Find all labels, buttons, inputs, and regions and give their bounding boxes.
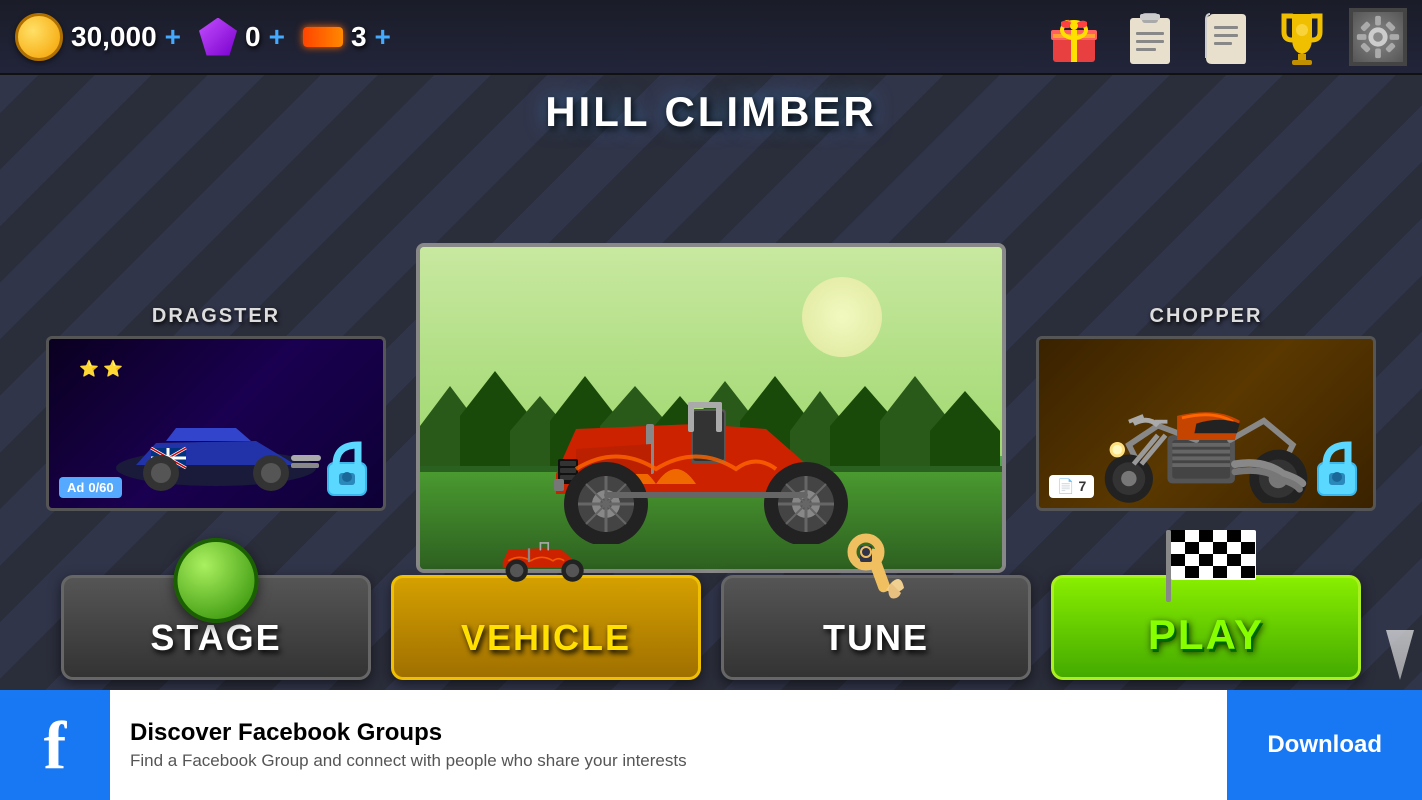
chopper-panel[interactable]: CHOPPER [1036, 305, 1376, 511]
vehicle-mini-icon [486, 523, 606, 598]
chopper-badge-num: 7 [1078, 478, 1086, 494]
gem-icon [199, 18, 237, 56]
hill-climber-car [496, 374, 926, 544]
boost-icon [303, 27, 343, 47]
boost-value: 3 [351, 21, 367, 53]
scroll-icon [1200, 8, 1252, 66]
wrench-icon [836, 528, 916, 625]
trophy-button[interactable] [1273, 8, 1331, 66]
chopper-image[interactable]: 📄 7 [1036, 336, 1376, 511]
add-gems-button[interactable]: + [269, 21, 285, 53]
coin-value: 30,000 [71, 21, 157, 53]
stage-globe [174, 538, 259, 623]
flag-svg [1161, 528, 1261, 603]
chopper-lock-icon [1310, 435, 1365, 500]
add-coins-button[interactable]: + [165, 21, 181, 53]
facebook-logo: f [0, 690, 110, 800]
vehicle-title: HILL CLIMBER [545, 88, 877, 135]
dragster-lock-icon [320, 435, 375, 500]
ad-label: Ad [67, 480, 84, 495]
top-right-icons [1045, 8, 1407, 66]
gem-value: 0 [245, 21, 261, 53]
dragster-image[interactable]: ⭐ ⭐ [46, 336, 386, 511]
tune-button[interactable]: TUNE [721, 575, 1031, 680]
mini-car-svg [486, 523, 606, 593]
play-label: PLAY [1148, 611, 1264, 659]
ad-badge: Ad 0/60 [59, 477, 122, 498]
dragster-panel[interactable]: DRAGSTER ⭐ ⭐ [46, 305, 386, 511]
bottom-buttons: STAGE VEHICLE [0, 570, 1422, 690]
facebook-f-letter: f [44, 706, 67, 785]
gear-icon [1353, 11, 1403, 63]
chopper-label: CHOPPER [1150, 305, 1263, 328]
chopper-doc-badge: 📄 7 [1049, 475, 1094, 498]
chopper-svg [1071, 387, 1341, 503]
ad-banner: f Discover Facebook Groups Find a Facebo… [0, 690, 1422, 800]
gem-group: 0 + [199, 18, 285, 56]
gift-button[interactable] [1045, 8, 1103, 66]
clipboard-button[interactable] [1121, 8, 1179, 66]
ad-text-area: Discover Facebook Groups Find a Facebook… [110, 719, 1227, 771]
wrench-svg [836, 528, 916, 608]
coin-group: 30,000 + [15, 13, 181, 61]
stage-button[interactable]: STAGE [61, 575, 371, 680]
dragster-car-svg [96, 413, 336, 493]
add-boosts-button[interactable]: + [375, 21, 391, 53]
boost-group: 3 + [303, 21, 391, 53]
ad-subtitle: Find a Facebook Group and connect with p… [130, 751, 1207, 771]
trophy-icon [1276, 8, 1328, 66]
stars-decoration: ⭐ ⭐ [79, 359, 123, 379]
moon [802, 277, 882, 357]
clipboard-icon [1124, 8, 1176, 66]
gift-icon [1045, 8, 1103, 66]
top-bar: 30,000 + 0 + 3 + [0, 0, 1422, 75]
vehicle-title-area: HILL CLIMBER [0, 88, 1422, 136]
checkered-flag-icon [1161, 528, 1251, 598]
ad-title: Discover Facebook Groups [130, 719, 1207, 747]
dragster-label: DRAGSTER [152, 305, 280, 328]
vehicle-label: VEHICLE [461, 617, 631, 659]
coin-icon [15, 13, 63, 61]
vehicle-button[interactable]: VEHICLE [391, 575, 701, 680]
download-button[interactable]: Download [1227, 690, 1422, 800]
ad-progress: 0/60 [88, 480, 113, 495]
scroll-button[interactable] [1197, 8, 1255, 66]
play-button[interactable]: PLAY [1051, 575, 1361, 680]
settings-button[interactable] [1349, 8, 1407, 66]
